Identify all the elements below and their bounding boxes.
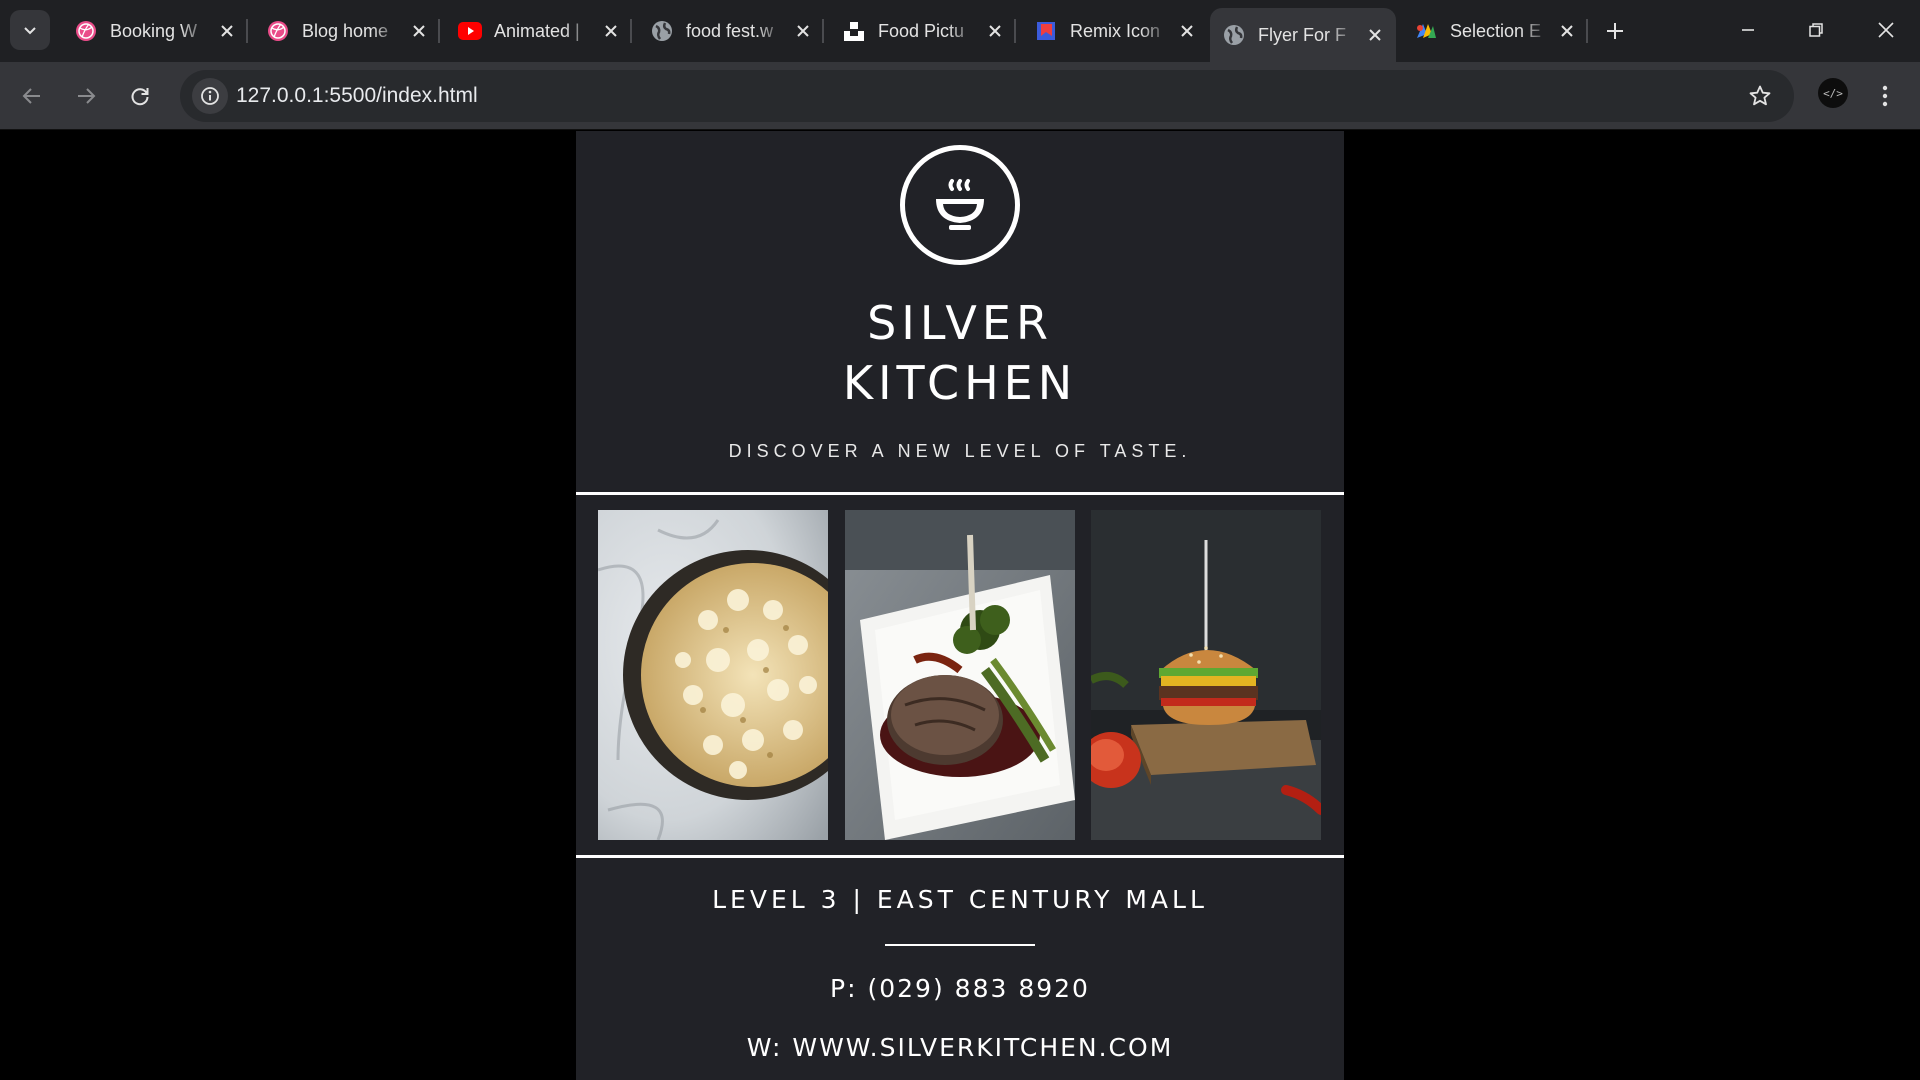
dribbble-icon	[74, 19, 98, 43]
tab-separator	[1014, 19, 1016, 43]
close-icon	[1878, 22, 1894, 38]
close-icon[interactable]	[600, 20, 622, 42]
close-icon[interactable]	[1176, 20, 1198, 42]
extension-code-icon[interactable]: </>	[1818, 78, 1848, 108]
steaming-bowl-icon	[936, 179, 984, 230]
tab-remix-icon[interactable]: Remix Icon	[1022, 11, 1208, 51]
tab-separator	[822, 19, 824, 43]
new-tab-button[interactable]	[1598, 14, 1632, 48]
minimize-button[interactable]	[1720, 8, 1776, 52]
youtube-icon	[458, 19, 482, 43]
close-icon[interactable]	[984, 20, 1006, 42]
plus-icon	[1607, 23, 1623, 39]
bookmark-star-icon[interactable]	[1746, 82, 1774, 110]
tab-title: Selection E	[1450, 20, 1542, 41]
globe-icon	[650, 19, 674, 43]
more-menu-icon[interactable]	[1870, 78, 1900, 114]
brand-line-1: SILVER	[867, 296, 1053, 350]
tab-selection[interactable]: Selection E	[1402, 11, 1588, 51]
steak-plate-photo	[845, 510, 1075, 840]
tab-booking[interactable]: Booking W	[62, 11, 248, 51]
chevron-down-icon	[24, 27, 36, 35]
close-icon[interactable]	[408, 20, 430, 42]
page-viewport: SILVER KITCHEN DISCOVER A NEW LEVEL OF T…	[0, 131, 1920, 1080]
brand-name: SILVER KITCHEN	[576, 293, 1344, 413]
close-icon[interactable]	[216, 20, 238, 42]
website: W: WWW.SILVERKITCHEN.COM	[746, 1033, 1174, 1062]
forward-button[interactable]	[66, 76, 106, 116]
tab-title: Booking W	[110, 20, 198, 41]
tab-title: Animated |	[494, 20, 580, 41]
tagline: DISCOVER A NEW LEVEL OF TASTE.	[728, 441, 1192, 461]
tab-animated[interactable]: Animated |	[446, 11, 632, 51]
contact-divider	[885, 944, 1035, 946]
dribbble-icon	[266, 19, 290, 43]
arrow-left-icon	[22, 88, 40, 104]
tab-title: food fest.w	[686, 20, 774, 41]
tab-title: Food Pictu	[878, 20, 965, 41]
tab-separator	[630, 19, 632, 43]
brand-line-2: KITCHEN	[842, 356, 1078, 410]
flyer: SILVER KITCHEN DISCOVER A NEW LEVEL OF T…	[576, 131, 1344, 1080]
divider-bottom	[576, 855, 1344, 858]
tab-title: Flyer For F	[1258, 24, 1346, 45]
reload-button[interactable]	[120, 76, 160, 116]
burger-board-photo	[1091, 510, 1321, 840]
restore-button[interactable]	[1788, 8, 1844, 52]
tab-separator	[246, 19, 248, 43]
tab-blog-home[interactable]: Blog home	[254, 11, 440, 51]
unsplash-icon	[842, 19, 866, 43]
address: LEVEL 3 | EAST CENTURY MALL	[712, 885, 1208, 914]
site-info-icon[interactable]	[192, 78, 228, 114]
close-icon[interactable]	[1364, 24, 1386, 46]
tab-search-button[interactable]	[10, 10, 50, 50]
divider-top	[576, 492, 1344, 495]
tab-title: Blog home	[302, 20, 389, 41]
globe-icon	[1222, 23, 1246, 47]
remix-icon	[1034, 19, 1058, 43]
minimize-icon	[1742, 29, 1754, 31]
arrow-right-icon	[78, 88, 96, 104]
close-icon[interactable]	[1556, 20, 1578, 42]
browser-toolbar: 127.0.0.1:5500/index.html </>	[0, 62, 1920, 130]
selection-icon	[1414, 19, 1438, 43]
url-text[interactable]: 127.0.0.1:5500/index.html	[236, 84, 478, 108]
tab-flyer-active[interactable]: Flyer For F	[1210, 8, 1396, 62]
tab-food-pictures[interactable]: Food Pictu	[830, 11, 1016, 51]
reload-icon	[131, 88, 149, 106]
restore-icon	[1809, 23, 1823, 37]
address-bar[interactable]: 127.0.0.1:5500/index.html	[180, 70, 1794, 122]
tab-separator	[1586, 19, 1588, 43]
phone-number: P: (029) 883 8920	[830, 974, 1090, 1003]
logo	[900, 145, 1020, 265]
tab-strip: Booking W Blog home Animated | food fest…	[0, 0, 1920, 62]
back-button[interactable]	[12, 76, 52, 116]
tab-food-fest[interactable]: food fest.w	[638, 11, 824, 51]
close-icon[interactable]	[792, 20, 814, 42]
tab-separator	[438, 19, 440, 43]
close-window-button[interactable]	[1858, 8, 1914, 52]
popcorn-bowl-photo	[598, 510, 828, 840]
tab-title: Remix Icon	[1070, 20, 1161, 41]
